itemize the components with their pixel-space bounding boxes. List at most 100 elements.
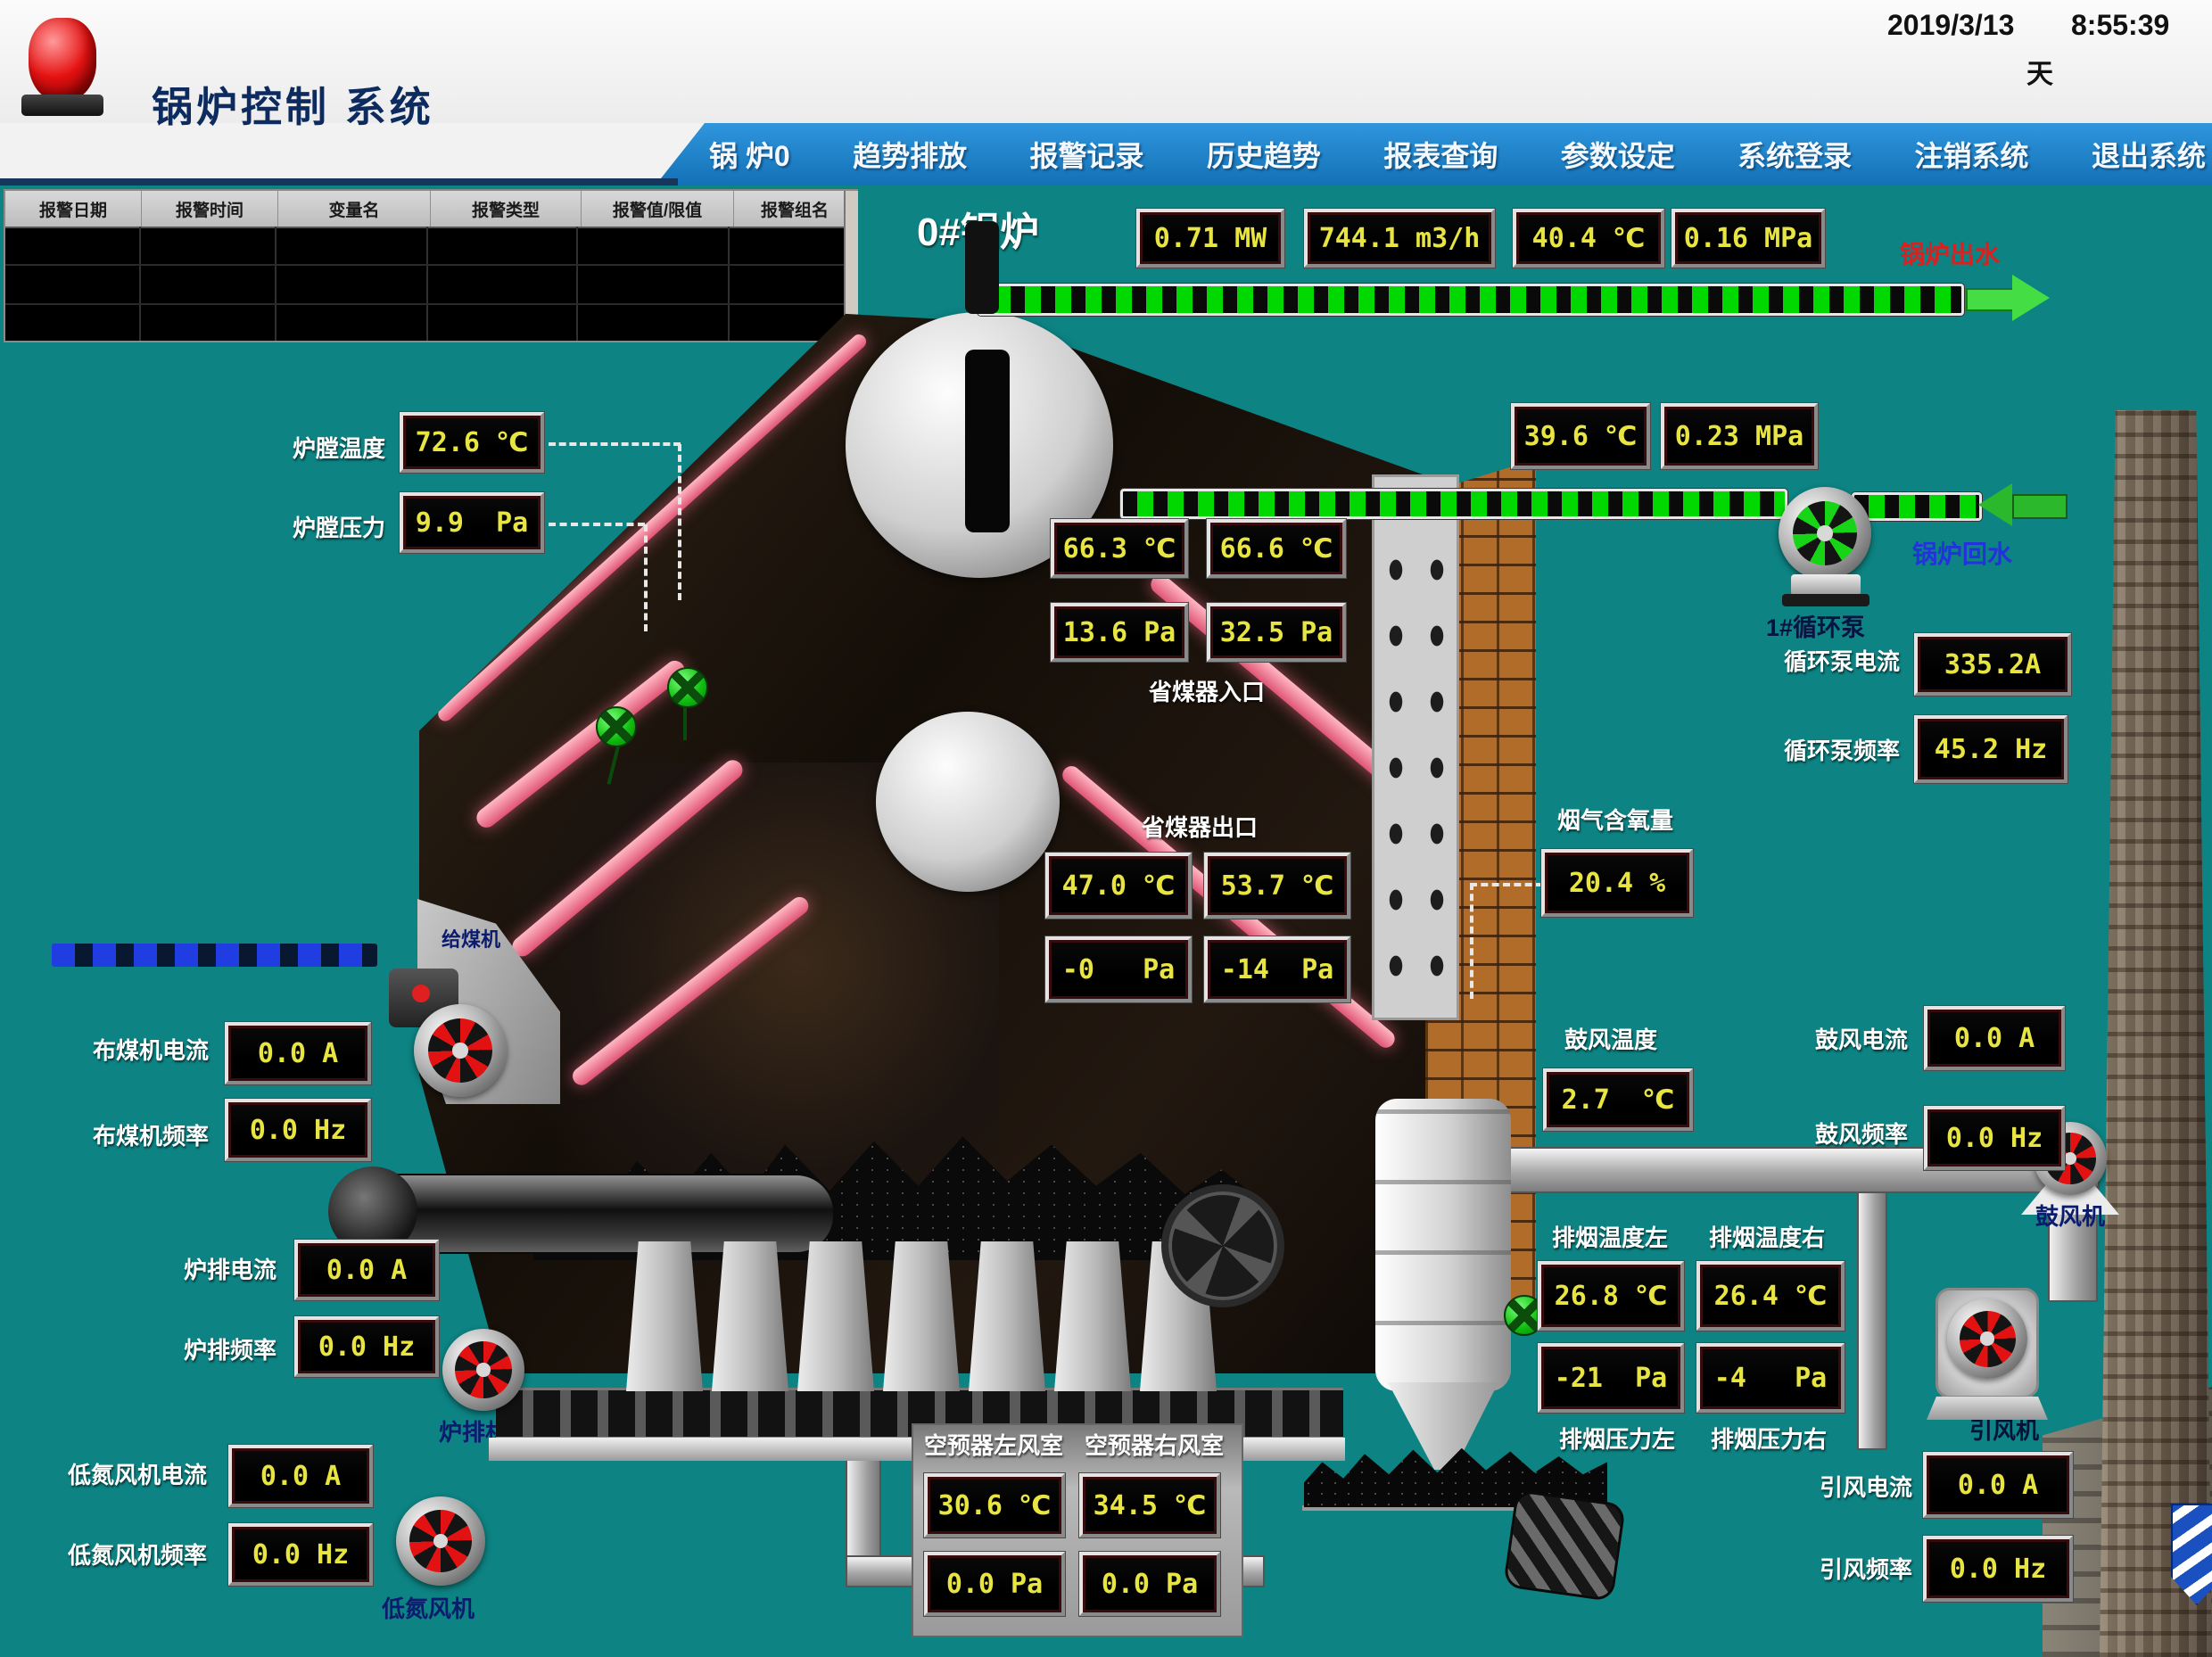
ash-hopper <box>626 1241 703 1391</box>
time-text: 8:55:39 <box>2071 9 2169 42</box>
steam-drum-lower <box>876 712 1060 892</box>
connector-line <box>678 444 681 600</box>
valve-status-icon <box>596 706 637 747</box>
menu-item-param-setting[interactable]: 参数设定 <box>1561 134 1675 175</box>
blast-current-readout: 0.0 A <box>1924 1006 2065 1070</box>
menu-item-system-login[interactable]: 系统登录 <box>1737 134 1852 175</box>
ash-hopper <box>969 1241 1045 1391</box>
chimney-stack <box>2100 410 2212 1657</box>
alarm-lamp-icon <box>29 18 96 102</box>
outlet-arrow-shaft <box>1966 288 2016 311</box>
eco-out-press1-readout: -0 Pa <box>1045 936 1192 1002</box>
menu-item-trend-emission[interactable]: 趋势排放 <box>853 134 967 175</box>
airpre-right-label: 空预器右风室 <box>1085 1428 1224 1461</box>
connector-line <box>1470 883 1543 886</box>
blast-temp-readout: 2.7 ℃ <box>1543 1068 1693 1131</box>
valve-status-icon <box>667 667 708 708</box>
grate-current-readout: 0.0 A <box>294 1240 439 1300</box>
return-arrow-icon <box>1978 483 2012 526</box>
blast-freq-label: 鼓风频率 <box>1815 1117 1908 1150</box>
grate-fan-icon <box>442 1329 524 1411</box>
outlet-pipe-label: 锅炉出水 <box>1900 235 2000 271</box>
eco-in-press2-readout: 32.5 Pa <box>1207 603 1346 662</box>
dust-collector-cone <box>1388 1382 1498 1470</box>
table-grid-line <box>275 227 276 341</box>
pump-freq-label: 循环泵频率 <box>1784 733 1900 766</box>
outlet-pressure-readout: 0.16 MPa <box>1671 209 1825 268</box>
pump-current-label: 循环泵电流 <box>1784 644 1900 677</box>
return-pressure-readout: 0.23 MPa <box>1661 403 1818 469</box>
lownox-freq-label: 低氮风机频率 <box>68 1537 207 1570</box>
fan-impeller-icon <box>1960 1311 2016 1367</box>
table-row-line <box>5 264 844 266</box>
alarm-col-group: 报警组名 <box>734 191 856 227</box>
coal-current-label: 布煤机电流 <box>93 1033 209 1066</box>
grate-freq-readout: 0.0 Hz <box>294 1316 439 1377</box>
main-menu: 锅 炉0 趋势排放 报警记录 历史趋势 报表查询 参数设定 系统登录 注销系统 … <box>709 127 2206 182</box>
induced-current-readout: 0.0 A <box>1923 1452 2073 1518</box>
lownox-current-label: 低氮风机电流 <box>68 1457 207 1490</box>
menu-item-logout[interactable]: 注销系统 <box>1915 134 2029 175</box>
furnace-temp-readout: 72.6 ℃ <box>400 412 544 473</box>
furnace-pressure-readout: 9.9 Pa <box>400 492 544 553</box>
flue-press-right-label: 排烟压力右 <box>1711 1422 1827 1455</box>
outlet-temp-readout: 40.4 ℃ <box>1513 209 1664 268</box>
superheater-panel <box>1372 474 1459 1020</box>
airpre-left-label: 空预器左风室 <box>924 1428 1063 1461</box>
eco-out-temp2-readout: 53.7 ℃ <box>1204 853 1350 919</box>
connector-line <box>644 524 648 631</box>
table-grid-line <box>139 227 141 341</box>
menu-item-history-trend[interactable]: 历史趋势 <box>1207 134 1321 175</box>
alarm-lamp-base <box>21 95 103 116</box>
furnace-pressure-label: 炉膛压力 <box>293 510 385 543</box>
eco-out-label: 省煤器出口 <box>1142 810 1258 843</box>
ash-hopper <box>712 1241 788 1391</box>
eco-in-temp2-readout: 66.6 ℃ <box>1207 519 1346 578</box>
weekday-text: 天 <box>2026 52 2053 91</box>
connector-line <box>549 442 681 446</box>
steam-riser-pipe <box>965 221 999 314</box>
induced-freq-label: 引风频率 <box>1820 1552 1912 1585</box>
alarm-table[interactable]: 报警日期 报警时间 变量名 报警类型 报警值/限值 报警组名 <box>4 189 858 342</box>
chimney-ladder <box>1857 1191 1887 1450</box>
pump-current-readout: 335.2A <box>1914 633 2071 696</box>
pump-impeller-icon <box>1793 501 1858 566</box>
o2-readout: 20.4 % <box>1541 849 1693 917</box>
coal-freq-readout: 0.0 Hz <box>225 1099 371 1161</box>
menu-item-exit[interactable]: 退出系统 <box>2092 134 2206 175</box>
drum-sight-glass <box>965 350 1010 532</box>
table-grid-line <box>728 227 730 341</box>
eco-out-press2-readout: -14 Pa <box>1204 936 1350 1002</box>
ash-hopper <box>883 1241 960 1391</box>
fan-impeller-icon <box>409 1510 472 1572</box>
return-temp-readout: 39.6 ℃ <box>1511 403 1650 469</box>
blast-temp-label: 鼓风温度 <box>1564 1022 1657 1055</box>
table-row-line <box>5 303 844 305</box>
eco-out-temp1-readout: 47.0 ℃ <box>1045 853 1192 919</box>
feeder-label: 给煤机 <box>442 924 500 952</box>
flue-temp-right-readout: 26.4 ℃ <box>1696 1261 1845 1331</box>
furnace-temp-label: 炉膛温度 <box>293 431 385 464</box>
airpre-temp-left-readout: 30.6 ℃ <box>924 1473 1065 1537</box>
connector-line <box>549 523 645 526</box>
menu-item-report-query[interactable]: 报表查询 <box>1383 134 1498 175</box>
slag-roller <box>1503 1489 1626 1602</box>
fan-impeller-icon <box>428 1018 493 1084</box>
o2-label: 烟气含氧量 <box>1557 803 1673 836</box>
flue-temp-right-label: 排烟温度右 <box>1709 1220 1825 1253</box>
date-text: 2019/3/13 <box>1887 9 2014 42</box>
alarm-col-date: 报警日期 <box>5 191 142 227</box>
coal-fan-motor-light <box>412 985 430 1002</box>
induced-current-label: 引风电流 <box>1820 1470 1912 1503</box>
blast-current-label: 鼓风电流 <box>1815 1022 1908 1055</box>
menu-item-boiler0[interactable]: 锅 炉0 <box>709 134 790 175</box>
fan-impeller-icon <box>455 1341 512 1398</box>
lownox-fan-icon <box>396 1496 485 1586</box>
table-grid-line <box>426 227 428 341</box>
blast-fan-label: 鼓风机 <box>2035 1199 2105 1232</box>
table-grid-line <box>576 227 578 341</box>
flue-press-left-label: 排烟压力左 <box>1559 1422 1675 1455</box>
induced-freq-readout: 0.0 Hz <box>1923 1536 2073 1602</box>
blast-freq-readout: 0.0 Hz <box>1924 1106 2065 1170</box>
menu-item-alarm-record[interactable]: 报警记录 <box>1030 134 1144 175</box>
